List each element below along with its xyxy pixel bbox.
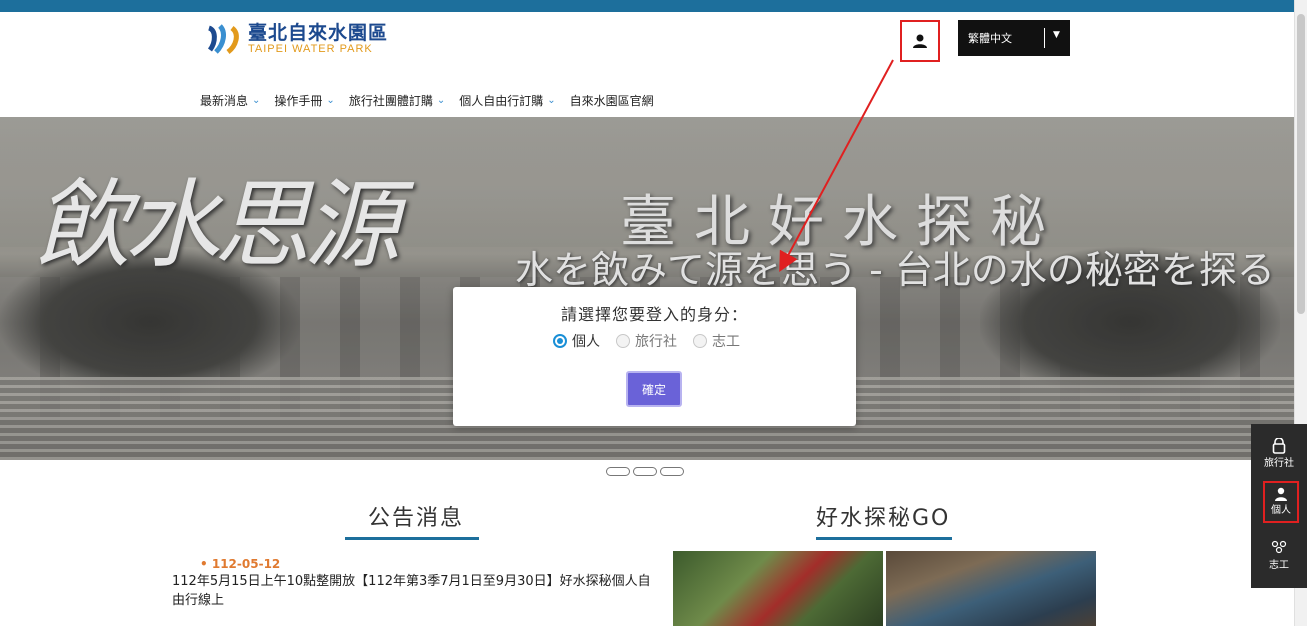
chevron-down-icon: ⌄ bbox=[326, 95, 335, 106]
chevron-down-icon: ⌄ bbox=[252, 95, 261, 106]
side-item-volunteer[interactable]: 志工 bbox=[1251, 540, 1307, 571]
nav-item-news[interactable]: 最新消息 ⌄ bbox=[200, 92, 260, 109]
carousel-indicators bbox=[606, 467, 684, 476]
top-accent-bar bbox=[0, 0, 1294, 12]
nav-item-individual-order[interactable]: 個人自由行訂購 ⌄ bbox=[459, 92, 555, 109]
side-login-panel: 旅行社 個人 志工 bbox=[1251, 424, 1307, 588]
chevron-down-icon: ⌄ bbox=[547, 95, 556, 106]
announcements-title: 公告消息 bbox=[368, 506, 465, 531]
scrollbar-thumb[interactable] bbox=[1297, 14, 1305, 314]
logo-mark-icon bbox=[206, 22, 242, 56]
main-nav: 最新消息 ⌄ 操作手冊 ⌄ 旅行社團體訂購 ⌄ 個人自由行訂購 ⌄ 自來水園區官網 bbox=[200, 92, 668, 109]
news-link[interactable]: 112年5月15日上午10點整開放【112年第3季7月1日至9月30日】好水探秘… bbox=[172, 572, 662, 610]
dialog-title: 請選擇您要登入的身分： bbox=[560, 305, 748, 324]
user-icon bbox=[913, 34, 927, 48]
role-radio-group: 個人 旅行社 志工 bbox=[553, 331, 740, 351]
radio-agency[interactable]: 旅行社 bbox=[616, 331, 677, 351]
language-divider bbox=[1044, 28, 1045, 48]
nav-item-official-site[interactable]: 自來水園區官網 bbox=[570, 92, 654, 109]
news-date-text: 112-05-12 bbox=[211, 557, 281, 571]
site-logo[interactable]: 臺北自來水園區 Taipei Water Park bbox=[206, 22, 388, 56]
language-select[interactable]: 繁體中文 ▼ bbox=[958, 20, 1070, 56]
side-item-agency[interactable]: 旅行社 bbox=[1251, 438, 1307, 469]
carousel-dot[interactable] bbox=[633, 467, 657, 476]
explore-photo-1[interactable] bbox=[673, 551, 883, 626]
chevron-down-icon: ⌄ bbox=[436, 95, 446, 106]
explore-photo-2[interactable] bbox=[886, 551, 1096, 626]
radio-volunteer[interactable]: 志工 bbox=[693, 331, 740, 351]
nav-item-label: 旅行社團體訂購 bbox=[348, 94, 433, 108]
radio-label: 個人 bbox=[572, 334, 600, 350]
side-item-label: 志工 bbox=[1269, 560, 1289, 571]
carousel-dot[interactable] bbox=[660, 467, 684, 476]
lock-bag-icon bbox=[1272, 438, 1286, 454]
side-item-individual[interactable]: 個人 bbox=[1263, 481, 1299, 523]
nav-item-manual[interactable]: 操作手冊 ⌄ bbox=[274, 92, 334, 109]
login-role-dialog: 請選擇您要登入的身分： 個人 旅行社 志工 確定 bbox=[453, 287, 856, 426]
nav-item-label: 最新消息 bbox=[200, 94, 249, 108]
explore-underline bbox=[816, 537, 952, 540]
radio-label: 志工 bbox=[712, 334, 740, 350]
explore-title: 好水探秘GO bbox=[816, 506, 951, 531]
nav-item-label: 自來水園區官網 bbox=[569, 94, 654, 108]
carousel-dot[interactable] bbox=[606, 467, 630, 476]
group-icon bbox=[1271, 540, 1287, 554]
radio-indicator[interactable] bbox=[693, 334, 707, 348]
announcements-underline bbox=[345, 537, 479, 540]
login-user-button[interactable] bbox=[900, 20, 940, 62]
logo-title-cn: 臺北自來水園區 bbox=[248, 21, 389, 44]
side-item-label: 個人 bbox=[1271, 505, 1291, 516]
radio-indicator[interactable] bbox=[616, 334, 630, 348]
radio-individual[interactable]: 個人 bbox=[553, 331, 600, 351]
confirm-button[interactable]: 確定 bbox=[626, 371, 682, 407]
nav-item-label: 個人自由行訂購 bbox=[459, 94, 544, 108]
caret-down-icon: ▼ bbox=[1053, 30, 1060, 40]
logo-title-en: Taipei Water Park bbox=[248, 43, 373, 56]
side-item-label: 旅行社 bbox=[1264, 458, 1294, 469]
person-icon bbox=[1275, 487, 1287, 501]
site-header: 臺北自來水園區 Taipei Water Park 繁體中文 ▼ 最新消息 ⌄ 操… bbox=[0, 12, 1294, 117]
radio-indicator[interactable] bbox=[553, 334, 567, 348]
nav-item-agency-order[interactable]: 旅行社團體訂購 ⌄ bbox=[349, 92, 445, 109]
nav-item-label: 操作手冊 bbox=[274, 94, 323, 108]
radio-label: 旅行社 bbox=[635, 334, 677, 350]
news-date: • 112-05-12 bbox=[200, 557, 281, 571]
language-select-value: 繁體中文 bbox=[968, 32, 1012, 45]
